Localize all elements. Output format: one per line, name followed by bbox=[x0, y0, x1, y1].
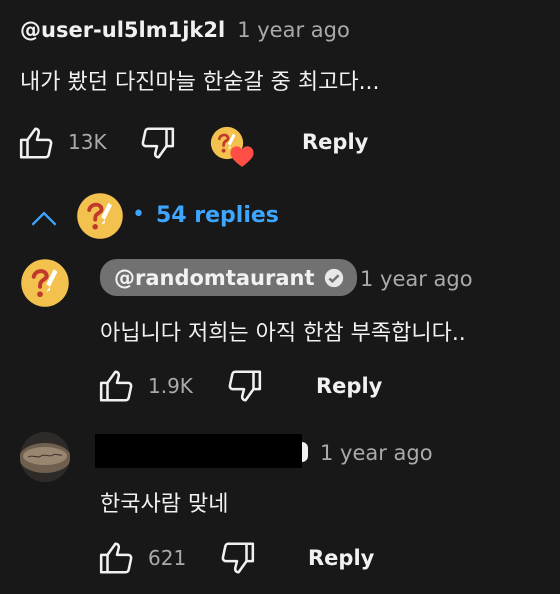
thumbs-up-icon bbox=[19, 127, 53, 159]
creator-heart bbox=[210, 126, 256, 170]
reply-timestamp[interactable]: 1 year ago bbox=[360, 267, 473, 291]
replies-count[interactable]: 54 replies bbox=[156, 203, 279, 228]
reply-button[interactable]: Reply bbox=[316, 374, 382, 398]
like-button[interactable] bbox=[18, 124, 56, 162]
dislike-button[interactable] bbox=[138, 124, 176, 162]
avatar[interactable] bbox=[20, 258, 70, 308]
reply-timestamp[interactable]: 1 year ago bbox=[320, 441, 433, 465]
comment-text: 내가 봤던 다진마늘 한숟갈 중 최고다... bbox=[20, 70, 380, 95]
reply-item: 1 year ago 한국사람 맞네 621 Reply bbox=[0, 424, 560, 594]
avatar-photo-icon bbox=[20, 432, 70, 482]
like-count: 1.9K bbox=[148, 374, 193, 398]
thumbs-down-icon bbox=[228, 370, 262, 402]
verified-check-icon bbox=[324, 268, 343, 287]
top-comment: @user-ul5lm1jk2l 1 year ago 내가 봤던 다진마늘 한… bbox=[0, 0, 560, 190]
dislike-button[interactable] bbox=[218, 539, 256, 577]
reply-button[interactable]: Reply bbox=[308, 546, 374, 570]
like-button[interactable] bbox=[98, 367, 136, 405]
comment-timestamp[interactable]: 1 year ago bbox=[237, 18, 350, 42]
reply-text: 아닙니다 저희는 아직 한참 부족합니다.. bbox=[100, 321, 466, 346]
redacted-author[interactable] bbox=[95, 434, 302, 468]
reply-text: 한국사람 맞네 bbox=[100, 492, 229, 517]
thumbs-down-icon bbox=[221, 542, 255, 574]
creator-author-chip[interactable]: @randomtaurant bbox=[100, 259, 357, 296]
thumbs-up-icon bbox=[99, 370, 133, 402]
reply-button[interactable]: Reply bbox=[302, 130, 368, 154]
redacted-author-edge bbox=[302, 442, 308, 462]
avatar[interactable] bbox=[20, 432, 70, 482]
like-count: 621 bbox=[148, 546, 187, 570]
replies-bullet: • bbox=[132, 202, 145, 227]
reply-item: @randomtaurant 1 year ago 아닙니다 저희는 아직 한참… bbox=[0, 250, 560, 420]
replies-toggle[interactable]: • 54 replies bbox=[28, 192, 308, 242]
like-button[interactable] bbox=[98, 539, 136, 577]
dislike-button[interactable] bbox=[225, 367, 263, 405]
chevron-up-icon bbox=[31, 211, 57, 226]
heart-icon bbox=[230, 146, 254, 167]
thumbs-down-icon bbox=[141, 127, 175, 159]
creator-avatar-icon bbox=[77, 193, 123, 239]
like-count: 13K bbox=[68, 130, 107, 154]
reply-author: @randomtaurant bbox=[114, 265, 315, 290]
thumbs-up-icon bbox=[99, 542, 133, 574]
comment-author[interactable]: @user-ul5lm1jk2l bbox=[20, 18, 225, 42]
